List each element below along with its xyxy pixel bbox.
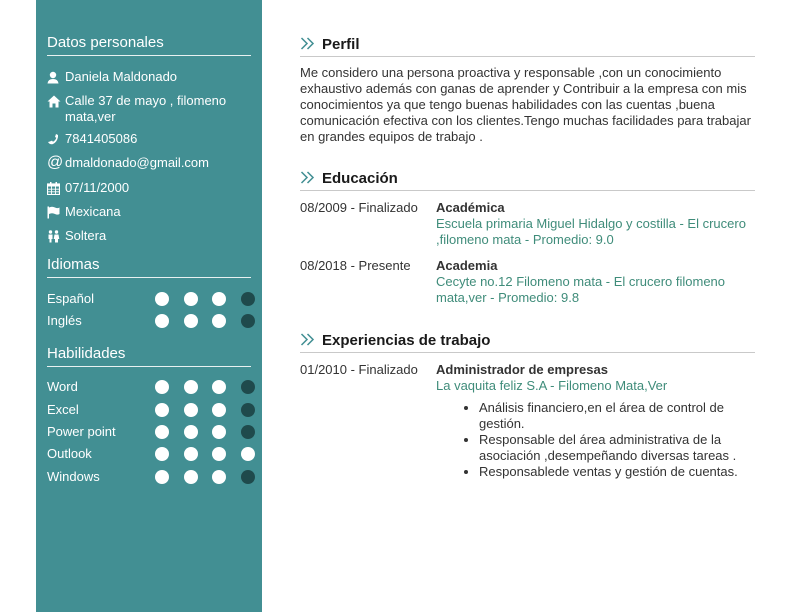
profile-section-header: Perfil: [300, 34, 755, 57]
rating-dot-filled: [183, 470, 198, 484]
education-institution: Cecyte no.12 Filomeno mata - El crucero …: [436, 274, 726, 305]
language-row: Inglés: [47, 312, 257, 330]
duty-item: Responsable del área administrativa de l…: [479, 432, 756, 464]
experience-section-title: Experiencias de trabajo: [322, 332, 491, 349]
rating-dot-filled: [155, 403, 169, 417]
education-title: Academia: [436, 258, 498, 273]
contact-marital-status-text: Soltera: [65, 228, 107, 243]
rating-dot-filled: [155, 380, 169, 394]
language-row: Español: [47, 290, 257, 308]
user-icon: [47, 69, 65, 85]
duty-item: Responsablede ventas y gestión de cuenta…: [479, 464, 756, 480]
profile-section-title: Perfil: [322, 36, 360, 53]
personal-data-heading: Datos personales: [47, 34, 251, 56]
rating-dot-empty: [240, 425, 255, 439]
home-icon: [47, 93, 65, 109]
contact-nationality-text: Mexicana: [65, 204, 121, 219]
rating-dot-filled: [155, 292, 169, 306]
languages-heading: Idiomas: [47, 256, 251, 278]
education-date: 08/2009 - Finalizado: [300, 200, 418, 215]
double-chevron-right-icon: [300, 171, 316, 189]
skill-row: Word: [47, 378, 257, 396]
experience-date: 01/2010 - Finalizado: [300, 362, 418, 377]
skill-row: Excel: [47, 401, 257, 419]
couple-icon: [47, 228, 65, 244]
contact-phone: 7841405086: [47, 131, 247, 147]
rating-dot-filled: [183, 425, 198, 439]
duty-item: Análisis financiero,en el área de contro…: [479, 400, 756, 432]
education-section-title: Educación: [322, 170, 398, 187]
rating-dot-empty: [240, 470, 255, 484]
phone-icon: [47, 131, 65, 147]
contact-address: Calle 37 de mayo , filomeno mata,ver: [47, 93, 247, 125]
rating-dot-empty: [240, 314, 255, 328]
contact-email-text: dmaldonado@gmail.com: [65, 155, 209, 170]
contact-birthdate-text: 07/11/2000: [65, 180, 130, 195]
rating-dot-filled: [240, 447, 255, 461]
rating-dot-filled: [155, 314, 169, 328]
rating-dot-empty: [240, 292, 255, 306]
double-chevron-right-icon: [300, 333, 316, 351]
contact-nationality: Mexicana: [47, 204, 247, 220]
education-date: 08/2018 - Presente: [300, 258, 411, 273]
at-icon: @: [47, 154, 64, 171]
rating-dot-empty: [240, 380, 255, 394]
contact-phone-text: 7841405086: [65, 131, 138, 146]
double-chevron-right-icon: [300, 37, 316, 55]
contact-birthdate: 07/11/2000: [47, 180, 247, 196]
experience-title: Administrador de empresas: [436, 362, 608, 377]
skill-row: Windows: [47, 468, 257, 486]
education-title: Académica: [436, 200, 505, 215]
contact-name: Daniela Maldonado: [47, 69, 247, 85]
profile-text: Me considero una persona proactiva y res…: [300, 65, 751, 144]
flag-icon: [47, 204, 65, 220]
rating-dot-filled: [212, 447, 226, 461]
education-section-header: Educación: [300, 168, 755, 191]
rating-dot-filled: [155, 470, 169, 484]
experience-company: La vaquita feliz S.A - Filomeno Mata,Ver: [436, 378, 668, 393]
rating-dot-filled: [212, 425, 226, 439]
experience-section-header: Experiencias de trabajo: [300, 330, 755, 353]
education-institution: Escuela primaria Miguel Hidalgo y costil…: [436, 216, 746, 247]
rating-dot-filled: [212, 314, 226, 328]
skill-row: Outlook: [47, 445, 257, 463]
rating-dot-filled: [212, 292, 226, 306]
skills-heading: Habilidades: [47, 345, 251, 367]
rating-dot-empty: [240, 403, 255, 417]
rating-dot-filled: [212, 470, 226, 484]
contact-email: @ dmaldonado@gmail.com: [47, 155, 247, 171]
contact-address-text: Calle 37 de mayo , filomeno mata,ver: [65, 93, 227, 124]
rating-dot-filled: [183, 447, 198, 461]
sidebar: Datos personales Daniela Maldonado Calle…: [36, 0, 262, 612]
contact-marital-status: Soltera: [47, 228, 247, 244]
rating-dot-filled: [183, 380, 198, 394]
skill-row: Power point: [47, 423, 257, 441]
calendar-icon: [47, 180, 65, 196]
rating-dot-filled: [183, 403, 198, 417]
rating-dot-filled: [212, 403, 226, 417]
rating-dot-filled: [155, 425, 169, 439]
experience-duties: Análisis financiero,en el área de contro…: [436, 400, 756, 480]
rating-dot-filled: [183, 292, 198, 306]
rating-dot-filled: [155, 447, 169, 461]
rating-dot-filled: [212, 380, 226, 394]
rating-dot-filled: [183, 314, 198, 328]
contact-name-text: Daniela Maldonado: [65, 69, 178, 84]
